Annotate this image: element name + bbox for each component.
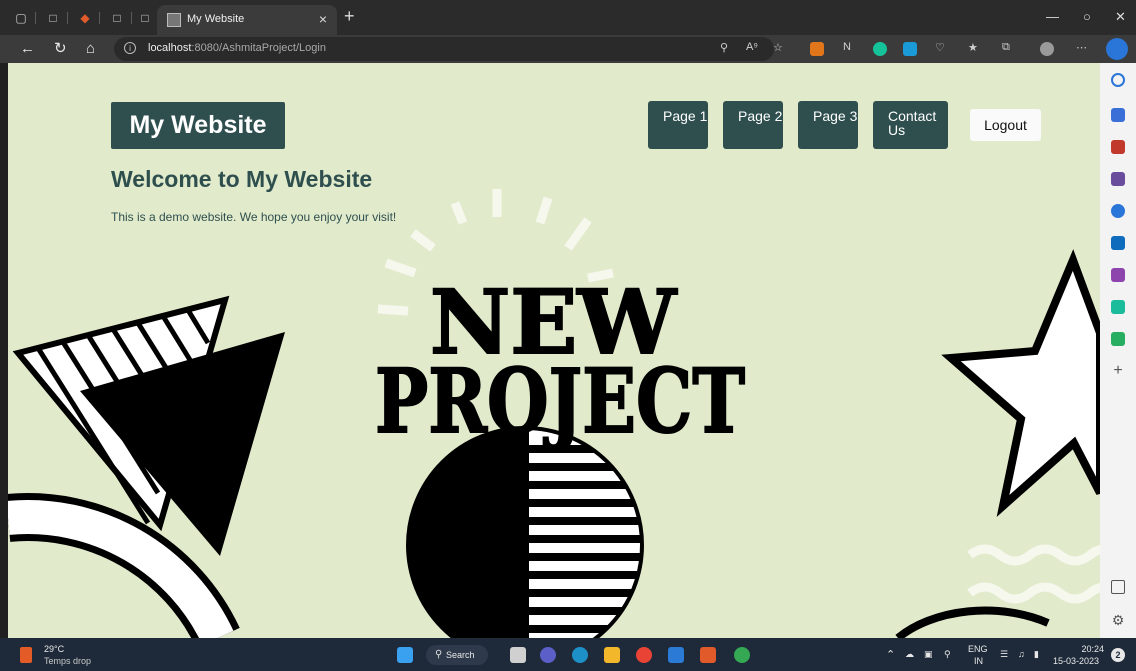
bottom-right-arc	[895, 606, 1050, 638]
shopping-icon[interactable]	[1111, 108, 1125, 122]
address-bar[interactable]: i localhost:8080/AshmitaProject/Login	[114, 37, 774, 61]
language-top[interactable]: ENG	[968, 644, 988, 654]
active-tab[interactable]: My Website ×	[157, 5, 337, 35]
games-icon[interactable]	[1111, 172, 1125, 186]
chrome-icon[interactable]	[636, 647, 652, 663]
volume-icon[interactable]: ♫	[1018, 649, 1025, 659]
show-hidden-icons[interactable]: ⌃	[886, 650, 895, 661]
windows-taskbar: 29°C Temps drop ⚲ Search ⌃ ☁ ▣ ⚲ ENG IN …	[0, 638, 1136, 671]
weather-desc[interactable]: Temps drop	[44, 656, 91, 666]
search-icon[interactable]	[1111, 73, 1125, 87]
metamask-icon[interactable]	[810, 42, 824, 56]
nav-contact-us-button[interactable]: Contact Us	[873, 101, 948, 149]
more-icon[interactable]: ⋯	[1076, 41, 1087, 54]
file-explorer-icon[interactable]	[604, 647, 620, 663]
workspaces-icon[interactable]: ▢	[14, 11, 28, 25]
hide-sidebar-icon[interactable]	[1111, 580, 1125, 594]
nav-page-2-button[interactable]: Page 2	[723, 101, 783, 149]
key-icon[interactable]: ⚲	[720, 41, 728, 54]
pinned-tab-icon[interactable]: □	[138, 11, 152, 25]
profile-avatar[interactable]	[1040, 42, 1054, 56]
address-url[interactable]: localhost:8080/AshmitaProject/Login	[148, 42, 326, 54]
close-window-icon[interactable]: ✕	[1115, 9, 1126, 25]
favicon-icon	[167, 13, 181, 27]
minimize-icon[interactable]: —	[1046, 9, 1059, 24]
clock-date[interactable]: 15-03-2023	[1053, 656, 1099, 666]
cloud-icon[interactable]: ☁	[905, 649, 914, 659]
logout-button[interactable]: Logout	[970, 109, 1041, 141]
extension-icon[interactable]	[903, 42, 917, 56]
url-host: localhost	[148, 42, 192, 54]
waves	[967, 544, 1100, 604]
grammarly-icon[interactable]	[873, 42, 887, 56]
favorites-icon[interactable]: ★	[968, 41, 978, 54]
language-bottom[interactable]: IN	[974, 656, 983, 666]
clock-time[interactable]: 20:24	[1078, 644, 1104, 654]
tree-icon[interactable]	[1111, 332, 1125, 346]
close-tab-icon[interactable]: ×	[319, 11, 327, 27]
start-icon[interactable]	[397, 647, 413, 663]
back-icon[interactable]: ←	[20, 40, 35, 58]
browser-toolbar: ← ↻ ⌂ i localhost:8080/AshmitaProject/Lo…	[0, 35, 1136, 63]
decorative-artwork: NEW PROJECT	[8, 189, 1100, 638]
divider	[35, 12, 36, 24]
url-path: :8080/AshmitaProject/Login	[191, 42, 326, 54]
divider	[67, 12, 68, 24]
search-label: Search	[446, 650, 475, 660]
browser-title-bar: ▢ □ ◆ □ □ My Website × + — ○ ✕	[0, 0, 1136, 35]
nav-page-1-button[interactable]: Page 1	[648, 101, 708, 149]
pinned-tab-icon[interactable]: □	[110, 11, 124, 25]
collections-icon[interactable]: ⧉	[1002, 41, 1010, 54]
notification-badge[interactable]: 2	[1111, 648, 1125, 662]
read-aloud-icon[interactable]: A⁹	[746, 41, 758, 53]
star-shape	[941, 249, 1100, 517]
favorite-icon[interactable]: ☆	[773, 41, 783, 54]
divider	[99, 12, 100, 24]
divider	[131, 12, 132, 24]
battery-icon[interactable]: ▮	[1034, 649, 1039, 659]
microsoft365-icon[interactable]	[1111, 204, 1125, 218]
taskbar-search[interactable]: ⚲ Search	[426, 645, 488, 665]
outlook-icon[interactable]	[1111, 236, 1125, 250]
add-icon[interactable]: +	[1111, 363, 1125, 379]
drop-icon[interactable]	[1111, 300, 1125, 314]
edge-sidebar: + ⚙	[1100, 63, 1136, 638]
weather-temp[interactable]: 29°C	[44, 644, 64, 654]
web-page: NEW PROJECT My Website Page 1 Page 2 Pag…	[8, 63, 1100, 638]
tools-icon[interactable]	[1111, 140, 1125, 154]
site-info-icon[interactable]: i	[124, 42, 136, 54]
banner-line-2: PROJECT	[375, 349, 745, 453]
task-view-icon[interactable]	[510, 647, 526, 663]
restore-icon[interactable]: ○	[1083, 9, 1091, 24]
site-logo[interactable]: My Website	[111, 102, 285, 149]
new-tab-button[interactable]: +	[344, 6, 355, 27]
weather-icon[interactable]	[20, 647, 32, 663]
extension-icon[interactable]: N	[843, 41, 851, 53]
search-icon: ⚲	[435, 649, 443, 660]
wifi-icon[interactable]: ☰	[1000, 649, 1008, 659]
settings-icon[interactable]: ⚙	[1111, 613, 1125, 627]
mic-icon[interactable]: ⚲	[944, 649, 951, 659]
edge-icon[interactable]	[572, 647, 588, 663]
intro-text: This is a demo website. We hope you enjo…	[111, 210, 397, 224]
chrome-profile-icon[interactable]	[734, 647, 750, 663]
refresh-icon[interactable]: ↻	[54, 40, 67, 58]
nav-page-3-button[interactable]: Page 3	[798, 101, 858, 149]
pinned-tab-icon[interactable]: ◆	[78, 11, 92, 25]
home-icon[interactable]: ⌂	[86, 40, 95, 58]
extensions-icon[interactable]: ♡	[935, 41, 945, 54]
app-icon[interactable]	[700, 647, 716, 663]
page-title: Welcome to My Website	[111, 166, 373, 192]
designer-icon[interactable]	[1111, 268, 1125, 282]
teams-icon[interactable]	[540, 647, 556, 663]
tab-title: My Website	[187, 13, 245, 25]
app-tray-icon[interactable]: ▣	[924, 649, 933, 659]
vscode-icon[interactable]	[668, 647, 684, 663]
tab-actions-icon[interactable]: □	[46, 11, 60, 25]
half-circle-stripes	[529, 428, 642, 638]
bing-copilot-icon[interactable]	[1106, 38, 1128, 60]
